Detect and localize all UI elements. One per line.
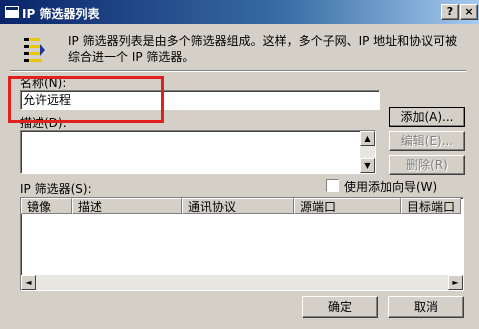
use-wizard-label[interactable]: 使用添加向导(W) (344, 178, 437, 195)
column-destination-port[interactable]: 目标端口 (401, 198, 461, 214)
description-field[interactable]: ▲ ▼ (20, 130, 376, 174)
scroll-left-icon[interactable]: ◄ (21, 275, 36, 290)
description-scrollbar[interactable]: ▲ ▼ (360, 131, 375, 173)
window-icon (4, 5, 20, 19)
edit-button[interactable]: 编辑(E)... (389, 131, 465, 151)
ok-button[interactable]: 确定 (302, 296, 378, 318)
scroll-down-icon[interactable]: ▼ (360, 158, 375, 173)
use-wizard-checkbox[interactable] (326, 179, 339, 192)
filter-icon (24, 38, 45, 62)
filter-list[interactable]: 镜像 描述 通讯协议 源端口 目标端口 ◄ ► (20, 197, 464, 291)
column-description[interactable]: 描述 (72, 198, 182, 214)
column-mirror[interactable]: 镜像 (21, 198, 72, 214)
close-button[interactable]: × (460, 4, 478, 20)
cancel-button[interactable]: 取消 (388, 296, 464, 318)
window-title: IP 筛选器列表 (22, 7, 100, 21)
filters-label: IP 筛选器(S): (20, 182, 92, 196)
column-protocol[interactable]: 通讯协议 (182, 198, 294, 214)
add-button[interactable]: 添加(A)... (389, 107, 465, 127)
help-button[interactable]: ? (441, 4, 459, 20)
scroll-up-icon[interactable]: ▲ (360, 131, 375, 146)
title-bar[interactable]: IP 筛选器列表 ? × (0, 0, 479, 24)
list-horizontal-scrollbar[interactable]: ◄ ► (21, 275, 463, 290)
column-source-port[interactable]: 源端口 (294, 198, 401, 214)
separator (10, 70, 466, 72)
scroll-right-icon[interactable]: ► (448, 275, 463, 290)
remove-button[interactable]: 删除(R) (389, 155, 465, 175)
intro-text: IP 筛选器列表是由多个筛选器组成。这样，多个子网、IP 地址和协议可被综合进一… (68, 34, 458, 64)
annotation-highlight (8, 76, 164, 123)
